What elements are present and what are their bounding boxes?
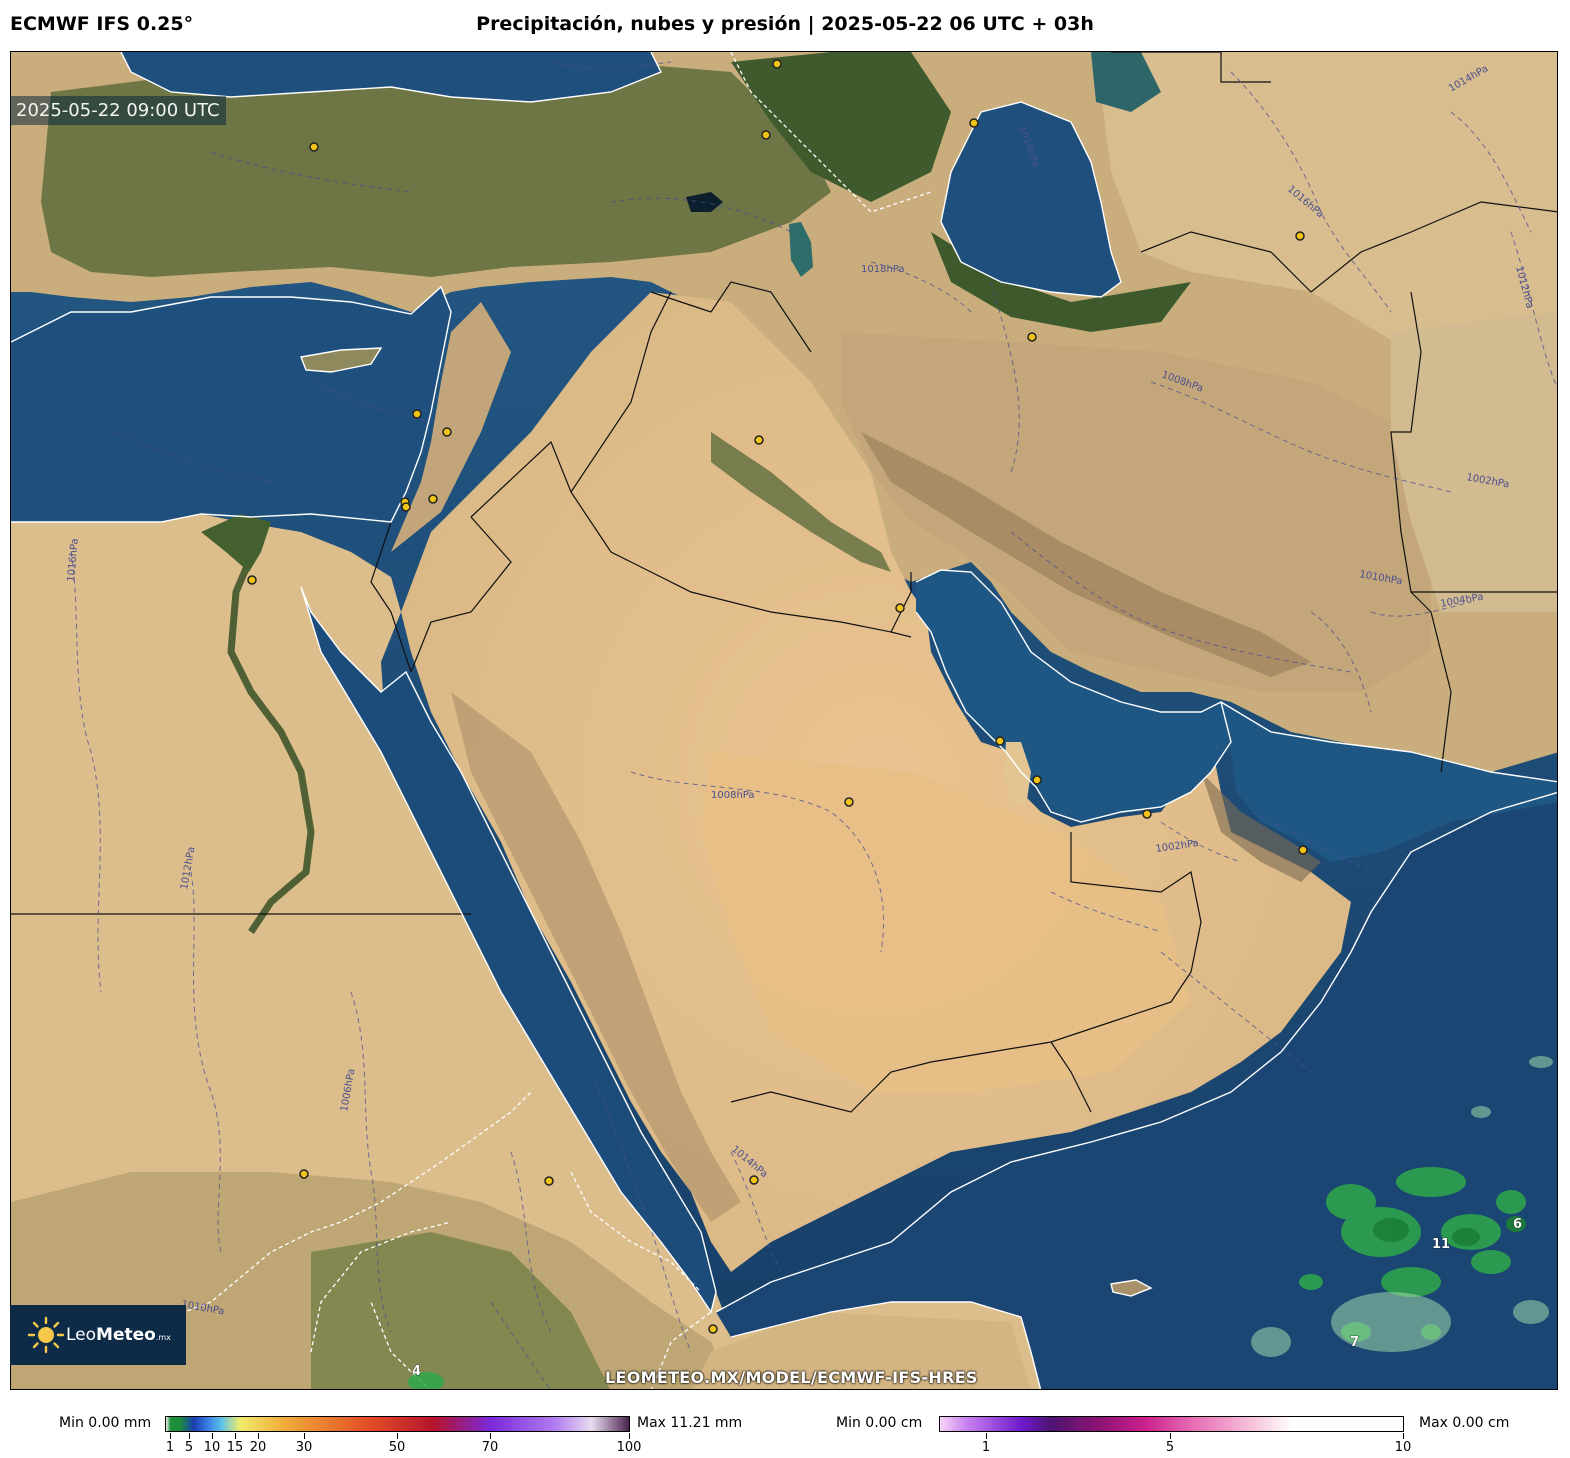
precip-tick: 1: [165, 1440, 175, 1455]
city-abudhabi: [1142, 809, 1152, 819]
precip-value-label: 6: [1513, 1217, 1522, 1232]
city-khartoum: [299, 1169, 309, 1179]
sun-icon: [27, 1316, 65, 1354]
city-damascus: [442, 427, 452, 437]
logo-text: LeoMeteo.mx: [66, 1325, 171, 1345]
city-beirut: [412, 409, 422, 419]
city-ashgabat: [1295, 231, 1305, 241]
leometeo-logo: LeoMeteo.mx: [10, 1305, 186, 1365]
precip-tick: 15: [226, 1440, 244, 1455]
snow-tick: 1: [981, 1440, 991, 1455]
snow-tick: 10: [1394, 1440, 1412, 1455]
precip-tick: 20: [249, 1440, 267, 1455]
city-telaviv: [401, 502, 411, 512]
source-url: LEOMETEO.MX/MODEL/ECMWF-IFS-HRES: [605, 1368, 978, 1387]
city-manama: [995, 736, 1005, 746]
isobar-label: 1008hPa: [711, 790, 755, 801]
snow-min-label: Min 0.00 cm: [836, 1415, 923, 1431]
city-sanaa: [749, 1175, 759, 1185]
snow-tick: 5: [1165, 1440, 1175, 1455]
precip-tick: 70: [481, 1440, 499, 1455]
city-djibouti: [708, 1324, 718, 1334]
precip-value-label: 11: [1432, 1237, 1450, 1252]
isobar-label: 1018hPa: [861, 264, 905, 275]
valid-time-label: 2025-05-22 09:00 UTC: [10, 96, 226, 125]
precip-tick: 30: [295, 1440, 313, 1455]
city-doha: [1032, 775, 1042, 785]
chart-title: Precipitación, nubes y presión | 2025-05…: [476, 13, 1094, 35]
city-yerevan: [761, 130, 771, 140]
precip-tick: 100: [616, 1440, 642, 1455]
precip-colorbar: [165, 1416, 630, 1432]
city-baku: [969, 118, 979, 128]
city-tehran: [1027, 332, 1037, 342]
precip-tick: 10: [203, 1440, 221, 1455]
city-kuwait: [895, 603, 905, 613]
city-cairo: [247, 575, 257, 585]
city-tbilisi: [772, 59, 782, 69]
weather-map: 1008hPa 1012hPa 1014hPa 1016hPa 1016hPa …: [10, 51, 1558, 1390]
snow-colorbar: [939, 1416, 1404, 1432]
city-ankara: [309, 142, 319, 152]
city-asmara: [544, 1176, 554, 1186]
precip-min-label: Min 0.00 mm: [59, 1415, 152, 1431]
city-riyadh: [844, 797, 854, 807]
precip-tick: 50: [388, 1440, 406, 1455]
precip-value-label: 7: [1350, 1335, 1359, 1350]
precip-max-label: Max 11.21 mm: [637, 1415, 743, 1431]
city-muscat: [1298, 845, 1308, 855]
map-canvas: 1008hPa 1012hPa 1014hPa 1016hPa 1016hPa …: [11, 52, 1557, 1389]
city-amman: [428, 494, 438, 504]
city-baghdad: [754, 435, 764, 445]
snow-max-label: Max 0.00 cm: [1419, 1415, 1510, 1431]
precip-value-label: 4: [412, 1364, 421, 1379]
precip-tick: 5: [184, 1440, 194, 1455]
mediterranean-sea: [11, 287, 451, 522]
